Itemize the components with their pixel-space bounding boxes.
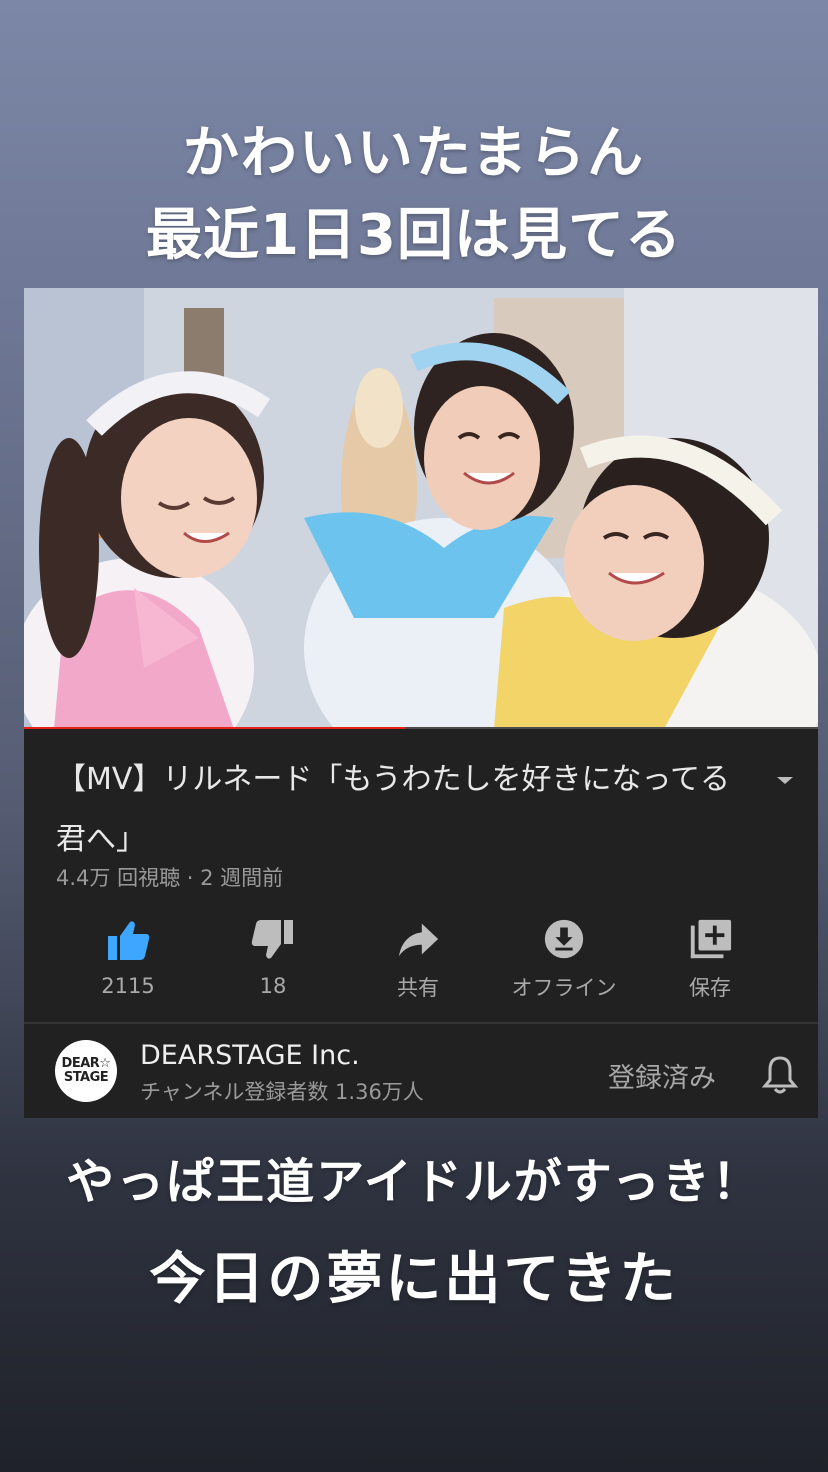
avatar-logo-text-1: DEAR☆ [61, 1056, 111, 1071]
video-thumbnail [24, 288, 818, 729]
video-title: 【MV】リルネード「もうわたしを好きになってる君へ」 [56, 762, 731, 857]
divider [24, 1022, 818, 1024]
channel-name[interactable]: DEARSTAGE Inc. [140, 1040, 360, 1071]
youtube-video-card: 【MV】リルネード「もうわたしを好きになってる君へ」 4.4万 回視聴 · 2 … [24, 288, 818, 1118]
dislike-count: 18 [259, 974, 287, 998]
caption-line-2: 最近1日3回は見てる [146, 203, 682, 268]
save-label: 保存 [689, 976, 731, 1000]
download-icon [544, 919, 584, 959]
expand-description-icon[interactable] [772, 770, 798, 790]
caption-line-1: かわいいたまらん [182, 121, 646, 186]
avatar-logo-text-2: STAGE [63, 1070, 109, 1085]
add-to-playlist-icon [690, 919, 732, 959]
share-label: 共有 [397, 976, 439, 1000]
save-button[interactable]: 保存 [640, 912, 780, 1002]
dislike-button[interactable]: 18 [203, 912, 343, 1002]
video-progress-bar[interactable] [24, 727, 818, 729]
caption-line-3: やっぱ王道アイドルがすっき！ [66, 1154, 762, 1210]
video-stats: 4.4万 回視聴 · 2 週間前 [56, 866, 284, 890]
like-button[interactable]: 2115 [58, 912, 198, 1002]
offline-button[interactable]: オフライン [494, 912, 634, 1002]
like-count: 2115 [101, 974, 155, 998]
bell-icon[interactable] [762, 1054, 798, 1094]
share-button[interactable]: 共有 [348, 912, 488, 1002]
channel-avatar[interactable]: DEAR☆ STAGE [55, 1040, 117, 1102]
share-icon [398, 923, 439, 957]
offline-label: オフライン [511, 976, 617, 1000]
subscriber-count: チャンネル登録者数 1.36万人 [140, 1080, 424, 1104]
thumbs-down-icon [251, 920, 293, 959]
subscribed-button[interactable]: 登録済み [608, 1056, 716, 1095]
thumbs-up-icon [108, 921, 150, 960]
video-player[interactable] [24, 288, 818, 729]
caption-line-4: 今日の夢に出てきた [149, 1247, 679, 1312]
video-progress-fill [24, 727, 406, 729]
